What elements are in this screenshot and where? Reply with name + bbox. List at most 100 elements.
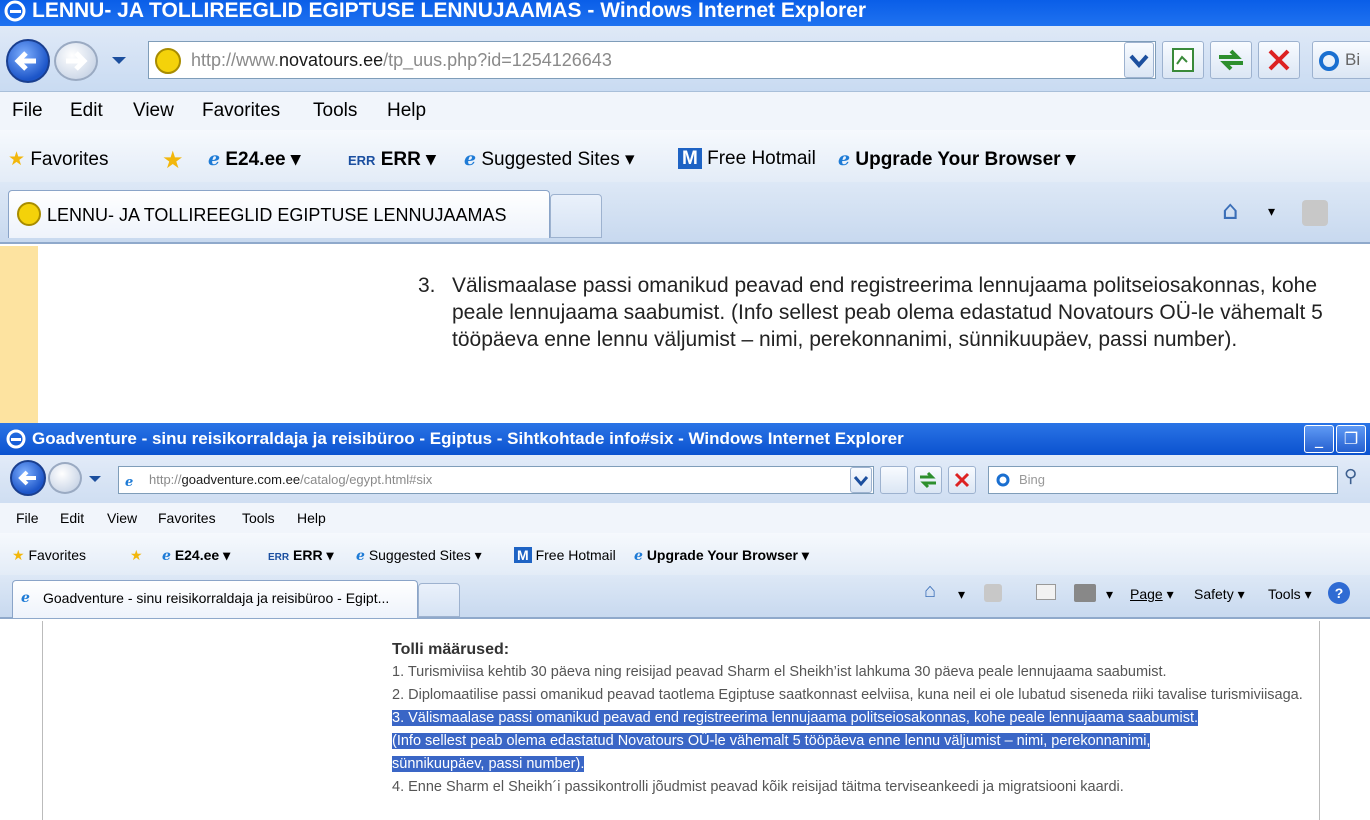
window1-titlebar: LENNU- JA TOLLIREEGLID EGIPTUSE LENNUJAA… xyxy=(0,0,1370,26)
menu-tools[interactable]: Tools xyxy=(313,100,357,122)
customs-item-3-line1: 3. Välismaalase passi omanikud peavad en… xyxy=(392,710,1199,726)
menu-help[interactable]: Help xyxy=(387,100,426,122)
menu-file-2[interactable]: File xyxy=(16,510,39,526)
customs-item-4: 4. Enne Sharm el Sheikh´i passikontrolli… xyxy=(392,779,1124,795)
fav-upgrade-label: Upgrade Your Browser xyxy=(855,149,1061,170)
fav-e24-2[interactable]: e E24.ee ▾ xyxy=(162,547,230,564)
new-tab-button-2[interactable] xyxy=(418,583,460,617)
bing-icon xyxy=(1319,51,1339,71)
search-icon[interactable]: ⚲ xyxy=(1344,466,1357,487)
back-button-2[interactable] xyxy=(10,460,46,496)
tab-active-2[interactable]: e Goadventure - sinu reisikorraldaja ja … xyxy=(12,580,418,618)
menu-bar-2: File Edit View Favorites Tools Help xyxy=(0,503,1370,533)
site-favicon-icon xyxy=(155,48,181,74)
fav-e24[interactable]: e E24.ee ▾ xyxy=(208,148,300,171)
add-to-favorites-button[interactable]: ★ xyxy=(162,146,184,175)
fav-upgrade-browser-2[interactable]: e Upgrade Your Browser ▾ xyxy=(634,547,809,564)
fav-hotmail-2[interactable]: M Free Hotmail xyxy=(514,547,616,563)
compatibility-view-button[interactable] xyxy=(1162,41,1204,79)
favorites-button-2[interactable]: ★ Favorites xyxy=(12,547,86,564)
tools-menu[interactable]: Tools ▾ xyxy=(1268,586,1312,603)
menu-view-2[interactable]: View xyxy=(107,510,137,526)
tools-menu-label: Tools xyxy=(1268,586,1301,602)
ie-suggested-icon: e xyxy=(356,548,365,564)
err-logo-icon: ERR xyxy=(268,552,290,563)
forward-button-2[interactable] xyxy=(48,462,82,494)
home-dropdown-icon[interactable]: ▾ xyxy=(1268,204,1275,220)
back-button[interactable] xyxy=(6,39,50,83)
minimize-button[interactable]: _ xyxy=(1304,425,1334,453)
home-icon[interactable]: ⌂ xyxy=(924,580,936,603)
refresh-icon xyxy=(1219,49,1243,71)
menu-favorites[interactable]: Favorites xyxy=(202,100,280,122)
star-icon: ★ xyxy=(12,547,25,563)
help-icon[interactable]: ? xyxy=(1328,582,1350,604)
menu-edit[interactable]: Edit xyxy=(70,100,103,122)
menu-edit-2[interactable]: Edit xyxy=(60,510,84,526)
search-box[interactable]: Bi xyxy=(1312,41,1370,79)
rss-feed-icon[interactable] xyxy=(1302,200,1328,226)
window2-title: Goadventure - sinu reisikorraldaja ja re… xyxy=(32,429,904,448)
refresh-button-2[interactable] xyxy=(914,466,942,494)
address-domain: novatours.ee xyxy=(279,50,384,70)
address-path: /tp_uus.php?id=1254126643 xyxy=(383,50,612,70)
print-icon[interactable] xyxy=(1074,584,1096,602)
home-icon[interactable]: ⌂ xyxy=(1222,196,1239,226)
fav-suggested-label-2: Suggested Sites xyxy=(368,547,471,563)
menu-file[interactable]: File xyxy=(12,100,43,122)
forward-button[interactable] xyxy=(54,41,98,81)
stop-icon xyxy=(1268,49,1290,71)
add-to-favorites-button-2[interactable]: ★ xyxy=(130,547,143,564)
tab-active[interactable]: LENNU- JA TOLLIREEGLID EGIPTUSE LENNUJAA… xyxy=(8,190,550,238)
print-dropdown-icon[interactable]: ▾ xyxy=(1106,586,1113,603)
home-dropdown-icon[interactable]: ▾ xyxy=(958,586,965,603)
window2-titlebar: Goadventure - sinu reisikorraldaja ja re… xyxy=(0,423,1370,455)
menu-view[interactable]: View xyxy=(133,100,174,122)
customs-item-3-line2: (Info sellest peab olema edastatud Novat… xyxy=(392,733,1151,749)
fav-suggested-sites[interactable]: e Suggested Sites ▾ xyxy=(464,148,635,171)
fav-upgrade-label-2: Upgrade Your Browser xyxy=(646,547,798,563)
menu-help-2[interactable]: Help xyxy=(297,510,326,526)
ie-suggested-icon: e xyxy=(464,148,477,170)
address-bar-2[interactable]: e http://goadventure.com.ee/catalog/egyp… xyxy=(118,466,874,494)
new-tab-button[interactable] xyxy=(550,194,602,238)
safety-menu[interactable]: Safety ▾ xyxy=(1194,586,1245,603)
address-prefix: http://www. xyxy=(191,50,280,70)
fav-err-label-2: ERR xyxy=(293,547,323,563)
rss-feed-icon[interactable] xyxy=(984,584,1002,602)
stop-button[interactable] xyxy=(1258,41,1300,79)
stop-button-2[interactable] xyxy=(948,466,976,494)
window1-title: LENNU- JA TOLLIREEGLID EGIPTUSE LENNUJAA… xyxy=(32,0,867,22)
favorites-label: Favorites xyxy=(30,149,109,170)
stop-icon xyxy=(954,472,970,488)
fav-hotmail[interactable]: M Free Hotmail xyxy=(678,148,816,170)
ie-upgrade-icon: e xyxy=(634,548,643,564)
recent-pages-dropdown-icon[interactable] xyxy=(110,55,128,67)
fav-upgrade-browser[interactable]: e Upgrade Your Browser ▾ xyxy=(838,148,1075,171)
fav-suggested-sites-2[interactable]: e Suggested Sites ▾ xyxy=(356,547,482,564)
address-dropdown-button[interactable] xyxy=(1124,42,1154,78)
tab-favicon-icon xyxy=(17,202,41,226)
page-icon: e xyxy=(125,475,134,490)
menu-tools-2[interactable]: Tools xyxy=(242,510,275,526)
page-menu[interactable]: Page ▾ xyxy=(1130,586,1174,603)
read-mail-icon[interactable] xyxy=(1036,584,1056,600)
search-box-2[interactable]: Bing xyxy=(988,466,1338,494)
address-bar[interactable]: http://www.novatours.ee/tp_uus.php?id=12… xyxy=(148,41,1156,79)
address-dropdown-button-2[interactable] xyxy=(850,467,872,493)
compatibility-view-button-2[interactable] xyxy=(880,466,908,494)
fav-hotmail-label-2: Free Hotmail xyxy=(535,547,616,563)
favorites-button[interactable]: ★ Favorites xyxy=(8,148,108,171)
fav-err-label: ERR xyxy=(380,149,421,170)
recent-pages-dropdown-icon[interactable] xyxy=(88,475,102,485)
fav-err-2[interactable]: ERR ERR ▾ xyxy=(268,547,334,564)
menu-favorites-2[interactable]: Favorites xyxy=(158,510,216,526)
hotmail-icon: M xyxy=(678,148,702,169)
star-icon: ★ xyxy=(8,149,26,170)
fav-err[interactable]: ERR ERR ▾ xyxy=(348,148,436,171)
maximize-button[interactable]: ❐ xyxy=(1336,425,1366,453)
ie-logo-icon xyxy=(6,429,26,449)
refresh-button[interactable] xyxy=(1210,41,1252,79)
tab-title: LENNU- JA TOLLIREEGLID EGIPTUSE LENNUJAA… xyxy=(47,205,507,225)
add-favorite-icon: ★ xyxy=(130,547,143,563)
